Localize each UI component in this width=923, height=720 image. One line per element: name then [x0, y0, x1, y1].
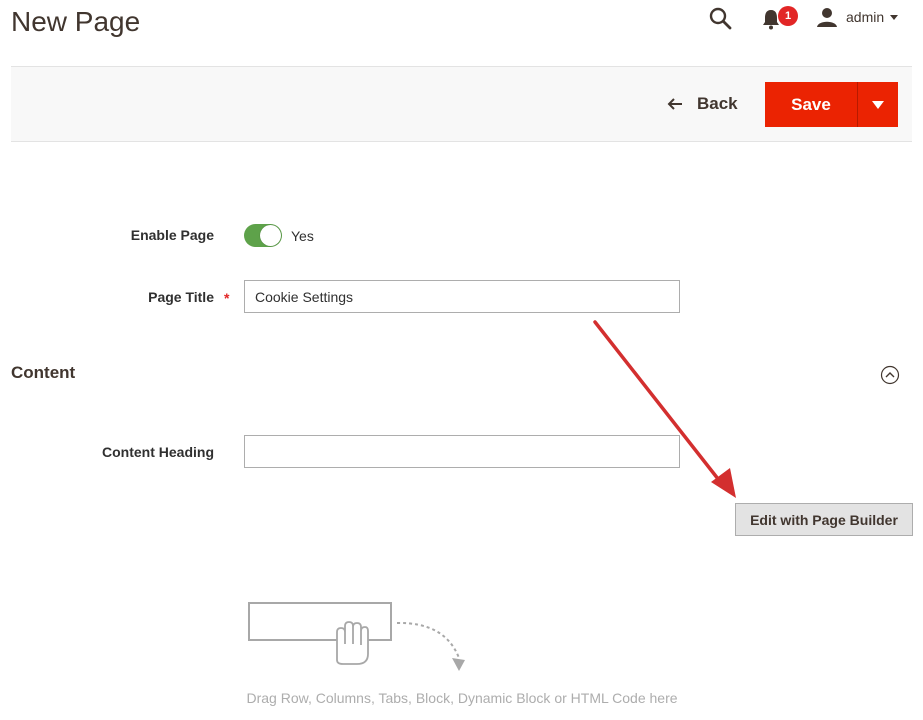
page-title-input[interactable]	[244, 280, 680, 313]
back-button[interactable]: Back	[667, 89, 738, 119]
user-menu[interactable]: admin	[816, 4, 899, 30]
enable-page-label: Enable Page	[130, 227, 214, 243]
search-icon[interactable]	[708, 6, 734, 32]
drag-drop-illustration	[248, 602, 465, 671]
page-title: New Page	[11, 6, 141, 37]
edit-with-page-builder-button[interactable]: Edit with Page Builder	[735, 503, 913, 536]
toggle-knob	[260, 225, 281, 246]
user-name: admin	[846, 9, 885, 25]
enable-page-value: Yes	[291, 228, 314, 244]
required-mark: *	[224, 290, 230, 306]
notification-count-badge: 1	[778, 6, 798, 26]
content-heading-label: Content Heading	[102, 444, 214, 460]
save-button[interactable]: Save	[765, 82, 857, 127]
user-icon	[817, 8, 837, 27]
enable-page-toggle[interactable]	[244, 224, 282, 247]
drop-zone-hint: Drag Row, Columns, Tabs, Block, Dynamic …	[246, 690, 678, 706]
back-label: Back	[697, 94, 738, 113]
save-options-toggle[interactable]	[857, 82, 898, 127]
chevron-down-icon	[890, 14, 899, 20]
content-heading-input[interactable]	[244, 435, 680, 468]
cms-new-page: New Page 1 admin Back Save Enable Page Y…	[0, 0, 923, 720]
page-actions-bar: Back Save	[11, 66, 912, 142]
arrow-left-icon	[667, 98, 682, 110]
page-title-label: Page Title	[148, 289, 214, 305]
content-section-title[interactable]: Content	[11, 363, 75, 383]
caret-down-icon	[872, 100, 884, 109]
notifications-button[interactable]: 1	[760, 6, 798, 34]
chevron-up-icon[interactable]	[880, 365, 900, 385]
